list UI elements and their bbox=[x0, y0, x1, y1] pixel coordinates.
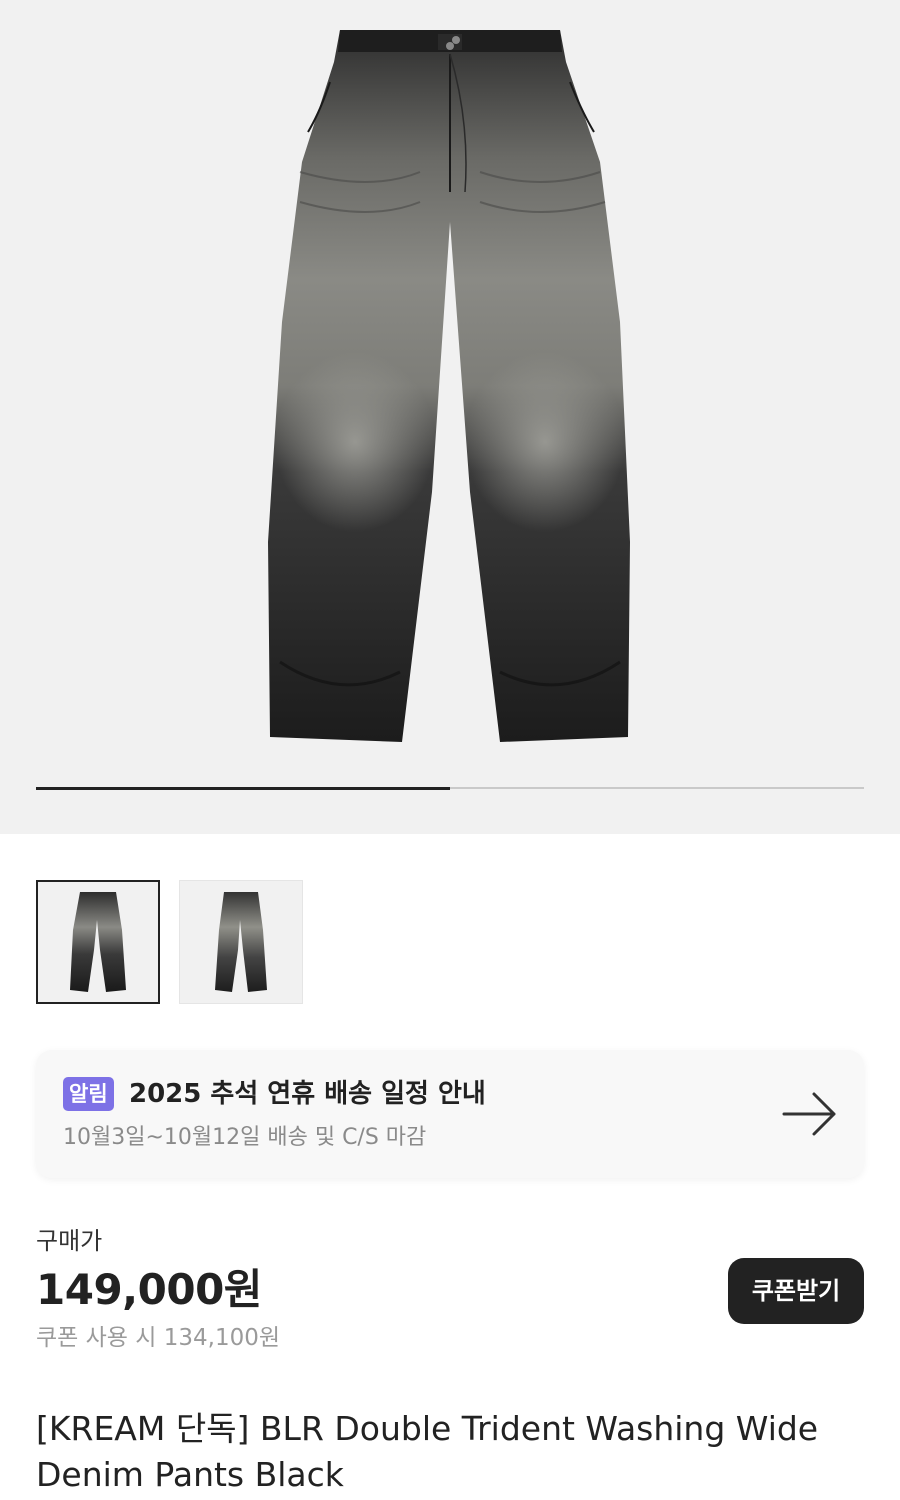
product-title: [KREAM 단독] BLR Double Trident Washing Wi… bbox=[36, 1409, 819, 1494]
jeans-thumbnail-front-icon bbox=[70, 892, 126, 992]
notice-title: 2025 추석 연휴 배송 일정 안내 bbox=[129, 1079, 486, 1109]
wide-denim-pants-image bbox=[268, 30, 630, 742]
thumbnail-2[interactable] bbox=[179, 880, 303, 1004]
notice-subtitle: 10월3일~10월12일 배송 및 C/S 마감 bbox=[63, 1125, 427, 1150]
notice-badge: 알림 bbox=[63, 1077, 114, 1111]
thumbnail-1[interactable] bbox=[36, 880, 160, 1004]
price: 149,000원 bbox=[36, 1265, 262, 1314]
gallery-progress-fill bbox=[36, 786, 450, 790]
gallery-progress-bar bbox=[36, 786, 864, 790]
coupon-button[interactable]: 쿠폰받기 bbox=[728, 1258, 864, 1324]
holiday-shipping-notice[interactable]: 알림 2025 추석 연휴 배송 일정 안내 10월3일~10월12일 배송 및… bbox=[36, 1050, 864, 1178]
price-label: 구매가 bbox=[36, 1227, 103, 1255]
coupon-price: 쿠폰 사용 시 134,100원 bbox=[36, 1325, 281, 1351]
arrow-right-icon[interactable] bbox=[782, 1090, 838, 1138]
product-image-gallery[interactable] bbox=[0, 0, 900, 834]
jeans-thumbnail-alt-icon bbox=[215, 892, 267, 992]
